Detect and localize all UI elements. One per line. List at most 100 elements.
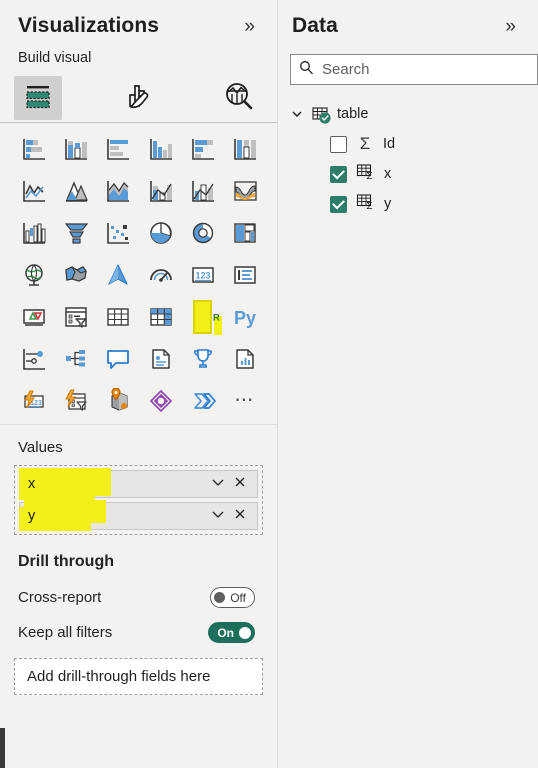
tree-node-field-id[interactable]: Σ Id bbox=[278, 129, 538, 159]
tree-node-field-x[interactable]: Σ x bbox=[278, 159, 538, 189]
tab-analytics[interactable] bbox=[214, 76, 262, 120]
search-input[interactable] bbox=[322, 61, 529, 78]
measure-table-icon: Σ bbox=[356, 193, 375, 216]
toggle-knob bbox=[239, 626, 251, 639]
cross-report-toggle[interactable]: Off bbox=[210, 587, 255, 608]
sigma-icon: Σ bbox=[359, 134, 371, 153]
keep-all-filters-label: Keep all filters bbox=[18, 624, 113, 641]
field-checkbox[interactable] bbox=[330, 135, 347, 153]
visualizations-header: Visualizations » bbox=[0, 0, 277, 44]
chevron-double-right-icon[interactable]: » bbox=[499, 15, 522, 38]
line-clustered-column-icon[interactable] bbox=[183, 173, 223, 208]
area-chart-icon[interactable] bbox=[56, 173, 96, 208]
keep-all-filters-toggle[interactable]: On bbox=[208, 622, 255, 643]
search-box[interactable] bbox=[290, 54, 538, 85]
build-visual-label: Build visual bbox=[18, 50, 92, 66]
pie-chart-icon[interactable] bbox=[141, 215, 181, 250]
power-automate-card-icon[interactable]: 123 bbox=[14, 383, 54, 418]
stacked-bar-chart-icon[interactable] bbox=[14, 131, 54, 166]
chevron-down-icon[interactable] bbox=[207, 507, 229, 526]
svg-text:123: 123 bbox=[195, 270, 210, 280]
svg-text:Σ: Σ bbox=[366, 171, 372, 181]
slicer-filter-icon[interactable] bbox=[56, 299, 96, 334]
r-script-icon[interactable]: R bbox=[183, 299, 223, 335]
treemap-icon[interactable] bbox=[225, 215, 265, 250]
qa-speech-bubble-icon[interactable] bbox=[98, 341, 138, 376]
ellipsis-icon[interactable]: ⋯ bbox=[225, 383, 265, 418]
trophy-metrics-icon[interactable] bbox=[183, 341, 223, 376]
power-automate-slicer-icon[interactable] bbox=[56, 383, 96, 418]
drill-through-section: Drill through Cross-report Off Keep all … bbox=[0, 535, 277, 695]
globe-map-icon[interactable] bbox=[14, 257, 54, 292]
table-name-label: table bbox=[337, 106, 369, 122]
line-chart-icon[interactable] bbox=[14, 173, 54, 208]
fields-wells-icon bbox=[23, 81, 53, 116]
stacked-area-chart-icon[interactable] bbox=[98, 173, 138, 208]
clustered-bar-chart-icon[interactable] bbox=[98, 131, 138, 166]
values-field-well[interactable]: x y bbox=[14, 465, 263, 535]
tab-build-visual[interactable] bbox=[14, 76, 62, 120]
svg-text:Σ: Σ bbox=[366, 201, 372, 211]
hundred-stacked-bar-icon[interactable] bbox=[183, 131, 223, 166]
values-section: Values x y bbox=[0, 425, 277, 535]
field-checkbox[interactable] bbox=[330, 165, 347, 183]
tree-node-field-y[interactable]: Σ y bbox=[278, 189, 538, 219]
hundred-stacked-column-icon[interactable] bbox=[225, 131, 265, 166]
clustered-column-chart-icon[interactable] bbox=[141, 131, 181, 166]
more-options-dots: ⋯ bbox=[234, 389, 256, 411]
field-label: x bbox=[28, 476, 36, 492]
filled-map-icon[interactable] bbox=[56, 257, 96, 292]
tree-node-table[interactable]: table bbox=[278, 99, 538, 129]
power-apps-icon[interactable] bbox=[141, 383, 181, 418]
power-bi-panes: Visualizations » Build visual 123 R Py 1… bbox=[0, 0, 538, 768]
table-grid-icon[interactable] bbox=[98, 299, 138, 334]
field-label: x bbox=[384, 166, 392, 182]
card-123-icon[interactable]: 123 bbox=[183, 257, 223, 292]
azure-map-arrow-icon[interactable] bbox=[98, 257, 138, 292]
svg-text:R: R bbox=[213, 312, 220, 322]
gauge-icon[interactable] bbox=[141, 257, 181, 292]
tabs-divider bbox=[0, 122, 277, 123]
data-header: Data » bbox=[278, 0, 538, 44]
paginated-report-icon[interactable] bbox=[225, 341, 265, 376]
cross-report-row: Cross-report Off bbox=[14, 580, 263, 615]
field-pill-x[interactable]: x bbox=[19, 468, 258, 500]
magnifier-chart-icon bbox=[222, 80, 254, 117]
table-icon bbox=[311, 105, 331, 124]
data-pane-title: Data bbox=[292, 14, 338, 37]
matrix-grid-icon[interactable] bbox=[141, 299, 181, 334]
field-label: Id bbox=[383, 136, 396, 152]
chevron-down-icon[interactable] bbox=[207, 475, 229, 494]
close-icon[interactable] bbox=[229, 475, 251, 494]
values-title: Values bbox=[18, 439, 63, 456]
decomposition-tree-icon[interactable] bbox=[56, 341, 96, 376]
multi-row-card-icon[interactable] bbox=[225, 257, 265, 292]
key-influencers-icon[interactable] bbox=[14, 341, 54, 376]
data-field-tree: table Σ Id Σ x Σ y bbox=[278, 85, 538, 219]
paintbrush-icon bbox=[122, 80, 154, 117]
donut-chart-icon[interactable] bbox=[183, 215, 223, 250]
drill-through-dropzone[interactable]: Add drill-through fields here bbox=[14, 658, 263, 695]
field-pill-y[interactable]: y bbox=[19, 500, 258, 531]
line-stacked-column-icon[interactable] bbox=[141, 173, 181, 208]
funnel-chart-icon[interactable] bbox=[56, 215, 96, 250]
chevron-down-icon[interactable] bbox=[290, 108, 304, 120]
cross-report-label: Cross-report bbox=[18, 589, 102, 606]
ribbon-chart-icon[interactable] bbox=[225, 173, 265, 208]
scatter-chart-icon[interactable] bbox=[98, 215, 138, 250]
toggle-knob bbox=[214, 592, 226, 603]
power-automate-icon[interactable] bbox=[183, 383, 223, 418]
smart-narrative-icon[interactable] bbox=[141, 341, 181, 376]
kpi-updown-icon[interactable] bbox=[14, 299, 54, 334]
tab-format-visual[interactable] bbox=[114, 76, 162, 120]
chevron-double-right-icon[interactable]: » bbox=[238, 15, 261, 38]
py-script-icon[interactable]: Py bbox=[225, 299, 265, 334]
stacked-column-chart-icon[interactable] bbox=[56, 131, 96, 166]
vertical-scrollbar[interactable] bbox=[0, 728, 5, 768]
field-checkbox[interactable] bbox=[330, 195, 347, 213]
svg-text:Py: Py bbox=[234, 308, 256, 328]
field-label: y bbox=[28, 508, 36, 524]
close-icon[interactable] bbox=[229, 507, 251, 526]
arcgis-map-icon[interactable] bbox=[98, 383, 138, 418]
waterfall-chart-icon[interactable] bbox=[14, 215, 54, 250]
